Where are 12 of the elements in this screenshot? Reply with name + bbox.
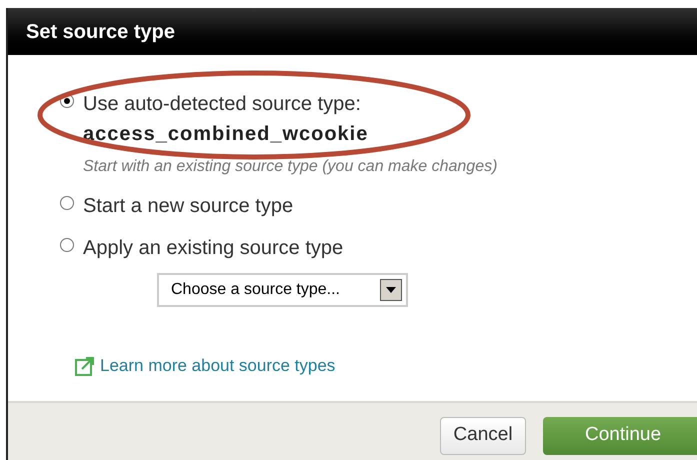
learn-more-link[interactable]: Learn more about source types: [100, 353, 336, 378]
option-label[interactable]: Use auto-detected source type:: [83, 89, 498, 119]
cancel-button[interactable]: Cancel: [440, 416, 526, 454]
source-type-select[interactable]: Choose a source type...: [157, 273, 408, 307]
detected-source-type: access_combined_wcookie: [83, 122, 370, 147]
option-label[interactable]: Start a new source type: [83, 191, 294, 221]
dialog-title: Set source type: [26, 20, 175, 44]
option-hint: Start with an existing source type (you can make changes): [83, 157, 498, 177]
external-link-icon: [74, 354, 96, 377]
option-label[interactable]: Apply an existing source type: [83, 233, 344, 263]
radio-button[interactable]: [60, 238, 74, 252]
radio-button[interactable]: [60, 196, 74, 210]
